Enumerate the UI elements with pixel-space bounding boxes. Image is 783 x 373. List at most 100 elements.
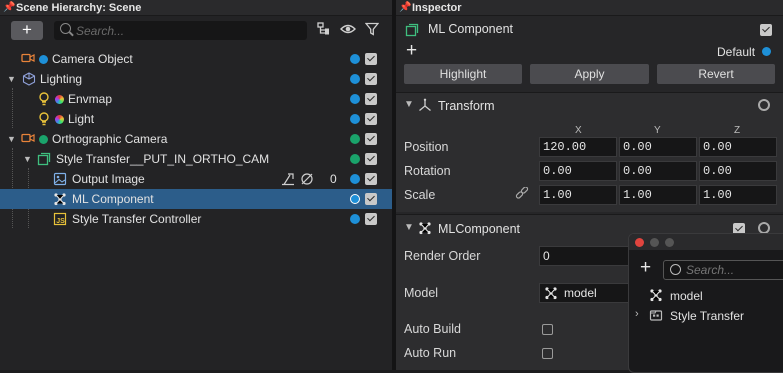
position-z-field[interactable]: 0.00 — [699, 137, 777, 157]
hierarchy-item-lighting[interactable]: ▼ Lighting — [0, 69, 392, 89]
hierarchy-item-output-image[interactable]: Output Image 0 — [0, 169, 392, 189]
object-enabled-checkbox[interactable] — [760, 24, 772, 36]
scale-z-field[interactable]: 1.00 — [699, 185, 777, 205]
position-x-field[interactable]: 120.00 — [539, 137, 617, 157]
asset-picker-popup: + model › Style Transfer — [628, 233, 783, 373]
visibility-dot[interactable] — [350, 74, 360, 84]
hidden-layer-icon — [300, 172, 314, 186]
panel-title: Inspector — [412, 2, 462, 14]
enabled-checkbox[interactable] — [365, 213, 377, 225]
folder-icon — [649, 308, 663, 322]
color-wheel-icon — [55, 95, 64, 104]
script-icon: JS — [53, 212, 67, 226]
enabled-checkbox[interactable] — [365, 53, 377, 65]
highlight-button[interactable]: Highlight — [404, 64, 522, 84]
hierarchy-search-input[interactable] — [76, 22, 296, 39]
rotation-y-field[interactable]: 0.00 — [619, 161, 697, 181]
add-component-button[interactable]: + — [406, 40, 417, 62]
popup-item-label: Style Transfer — [670, 309, 745, 323]
hierarchy-item-label: Orthographic Camera — [52, 132, 168, 146]
visibility-dot[interactable] — [350, 54, 360, 64]
hierarchy-item-label: Style Transfer__PUT_IN_ORTHO_CAM — [56, 152, 270, 166]
gear-icon[interactable] — [758, 99, 770, 111]
popup-item-label: model — [670, 289, 703, 303]
color-wheel-icon — [55, 115, 64, 124]
layer-label[interactable]: Default — [717, 45, 755, 59]
apply-button[interactable]: Apply — [530, 64, 649, 84]
visibility-dot[interactable] — [350, 174, 360, 184]
group-icon — [405, 23, 419, 37]
object-dot-icon — [39, 135, 48, 144]
enabled-checkbox[interactable] — [365, 73, 377, 85]
hierarchy-search[interactable] — [54, 21, 307, 40]
position-y-field[interactable]: 0.00 — [619, 137, 697, 157]
rotation-label: Rotation — [404, 164, 451, 178]
camera-icon — [21, 132, 35, 146]
chevron-down-icon[interactable]: ▼ — [23, 149, 32, 169]
auto-run-label: Auto Run — [404, 346, 457, 360]
group-icon — [37, 152, 51, 166]
popup-search[interactable] — [663, 260, 783, 280]
popup-search-input[interactable] — [686, 262, 783, 278]
chevron-down-icon[interactable]: ▼ — [7, 69, 16, 89]
auto-build-checkbox[interactable] — [542, 324, 553, 335]
link-icon[interactable] — [515, 186, 529, 201]
ml-model-icon — [649, 288, 663, 302]
popup-item-model[interactable]: model — [629, 286, 783, 306]
visibility-dot[interactable] — [350, 134, 360, 144]
close-window-button[interactable] — [635, 238, 644, 247]
section-title: MLComponent — [438, 222, 520, 236]
hierarchy-item-light[interactable]: Light — [0, 109, 392, 129]
chevron-down-icon[interactable]: ▼ — [404, 99, 414, 110]
layer-warning-icon — [281, 172, 295, 186]
enabled-checkbox[interactable] — [365, 153, 377, 165]
zoom-window-button[interactable] — [665, 238, 674, 247]
hierarchy-item-style-transfer-controller[interactable]: JS Style Transfer Controller — [0, 209, 392, 229]
minimize-window-button[interactable] — [650, 238, 659, 247]
hierarchy-item-style-transfer-group[interactable]: ▼ Style Transfer__PUT_IN_ORTHO_CAM — [0, 149, 392, 169]
enabled-checkbox[interactable] — [365, 193, 377, 205]
visibility-dot[interactable] — [350, 214, 360, 224]
render-order-field[interactable]: 0 — [539, 246, 639, 266]
filter-icon[interactable] — [364, 22, 380, 38]
chevron-right-icon[interactable]: › — [635, 308, 639, 320]
auto-run-checkbox[interactable] — [542, 348, 553, 359]
hierarchy-item-orthographic-camera[interactable]: ▼ Orthographic Camera — [0, 129, 392, 149]
visibility-dot[interactable] — [350, 114, 360, 124]
chevron-down-icon[interactable]: ▼ — [7, 129, 16, 149]
scale-y-field[interactable]: 1.00 — [619, 185, 697, 205]
chevron-down-icon[interactable]: ▼ — [404, 222, 414, 233]
render-order-label: Render Order — [404, 249, 481, 263]
pin-icon[interactable]: 📌 — [3, 0, 15, 16]
hierarchy-item-label: Output Image — [72, 172, 145, 186]
hierarchy-item-camera-object[interactable]: Camera Object — [0, 49, 392, 69]
rotation-z-field[interactable]: 0.00 — [699, 161, 777, 181]
pin-icon[interactable]: 📌 — [399, 0, 411, 16]
rotation-x-field[interactable]: 0.00 — [539, 161, 617, 181]
hierarchy-item-ml-component[interactable]: ML Component — [0, 189, 392, 209]
light-group-icon — [22, 72, 36, 86]
axis-label-z: Z — [734, 125, 741, 136]
section-title: Transform — [438, 99, 495, 113]
camera-icon — [21, 52, 35, 66]
model-field[interactable]: model — [539, 283, 639, 303]
enabled-checkbox[interactable] — [365, 133, 377, 145]
popup-item-style-transfer[interactable]: › Style Transfer — [629, 306, 783, 326]
eye-icon[interactable] — [340, 22, 356, 38]
layer-dot[interactable] — [762, 47, 771, 56]
add-object-button[interactable]: + — [11, 21, 43, 40]
visibility-dot[interactable] — [350, 194, 360, 204]
enabled-checkbox[interactable] — [365, 113, 377, 125]
enabled-checkbox[interactable] — [365, 173, 377, 185]
object-dot-icon — [39, 55, 48, 64]
object-name[interactable]: ML Component — [428, 22, 513, 36]
hierarchy-view-icon[interactable] — [316, 22, 332, 38]
enabled-checkbox[interactable] — [365, 93, 377, 105]
popup-add-button[interactable]: + — [640, 257, 651, 279]
scale-x-field[interactable]: 1.00 — [539, 185, 617, 205]
hierarchy-item-envmap[interactable]: Envmap — [0, 89, 392, 109]
revert-button[interactable]: Revert — [657, 64, 775, 84]
visibility-dot[interactable] — [350, 154, 360, 164]
visibility-dot[interactable] — [350, 94, 360, 104]
hierarchy-toolbar: + — [0, 19, 392, 43]
